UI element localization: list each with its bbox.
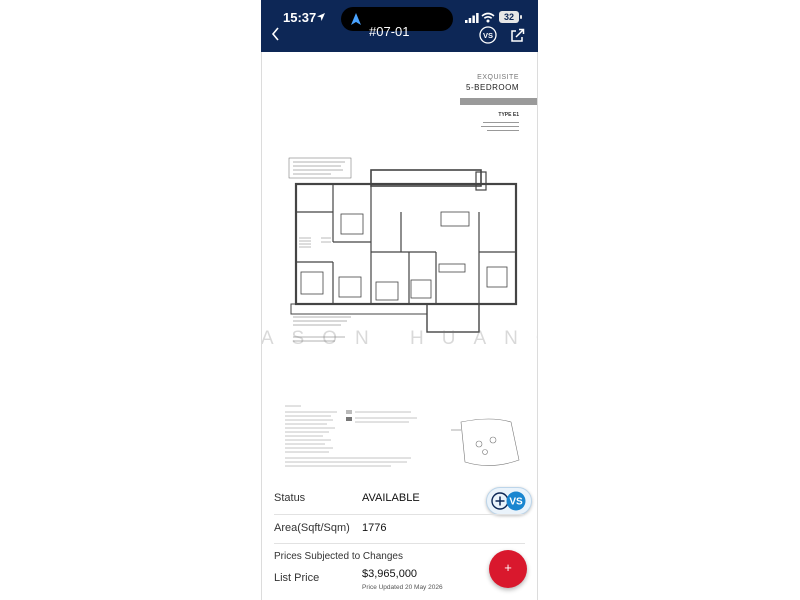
navigation-icon — [351, 13, 361, 25]
prices-note: Prices Subjected to Changes — [274, 551, 403, 562]
vs-compare-button[interactable]: VS — [486, 487, 532, 515]
plan-heading-bedrooms: 5-BEDROOM — [466, 83, 519, 92]
floor-plan-image: EXQUISITE 5-BEDROOM TYPE E1 ASON HUAN — [261, 52, 538, 482]
status-value: AVAILABLE — [362, 492, 420, 504]
svg-text:VS: VS — [483, 31, 493, 40]
plan-type-fineprint — [479, 121, 519, 139]
status-time: 15:37 — [283, 10, 317, 25]
divider — [274, 514, 525, 515]
watermark: JASON HUANG — [261, 328, 538, 349]
floor-plan-drawing — [288, 157, 518, 342]
plan-legend-and-keyplan — [285, 405, 520, 467]
battery-tip — [520, 15, 522, 19]
screen-edge-left — [261, 52, 262, 600]
list-price-value: $3,965,000 — [362, 568, 418, 580]
back-chevron-icon[interactable] — [271, 27, 281, 41]
share-icon[interactable] — [510, 27, 526, 43]
divider — [274, 543, 525, 544]
status-label: Status — [274, 492, 306, 504]
area-label: Area(Sqft/Sqm) — [274, 522, 350, 534]
plan-type-label: TYPE E1 — [498, 112, 519, 118]
price-updated: Price Updated 20 May 2026 — [362, 584, 443, 591]
add-button[interactable]: + — [489, 550, 527, 588]
top-bar: 15:37 32 #07-01 VS — [261, 0, 538, 52]
location-arrow-icon — [317, 13, 325, 21]
phone-screen: 15:37 32 #07-01 VS EXQUISITE 5-BEDROOM T… — [261, 0, 538, 600]
area-value: 1776 — [362, 522, 387, 534]
vs-logo-icon[interactable]: VS — [479, 26, 497, 44]
unit-title: #07-01 — [369, 27, 410, 38]
wifi-icon — [481, 12, 495, 23]
battery-icon: 32 — [499, 11, 519, 23]
vs-logo-icon: VS — [491, 491, 526, 511]
plan-heading-exquisite: EXQUISITE — [477, 74, 519, 81]
signal-icon — [465, 13, 479, 23]
list-price-label: List Price — [274, 572, 320, 584]
heading-bar — [460, 98, 538, 105]
screen-edge-right — [537, 52, 538, 600]
plus-icon: + — [504, 560, 512, 575]
svg-text:VS: VS — [509, 497, 523, 508]
